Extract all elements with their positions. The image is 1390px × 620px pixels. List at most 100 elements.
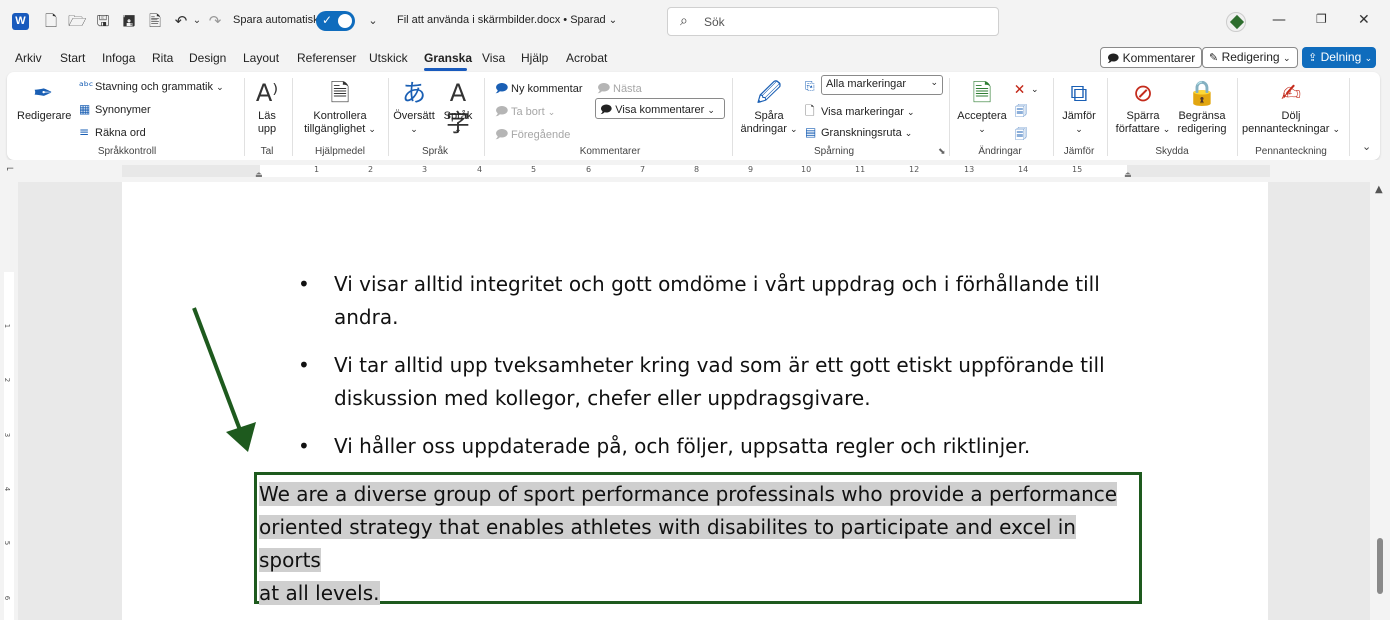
new-document-icon[interactable]: 🗋 bbox=[42, 12, 60, 30]
redo-icon[interactable]: ↷ bbox=[206, 12, 224, 30]
markup-display-icon: ⎘ bbox=[805, 79, 815, 93]
tab-hjalp[interactable]: Hjälp bbox=[521, 51, 548, 65]
next-comment-button[interactable]: 🗩 Nästa bbox=[597, 79, 642, 100]
save-as-icon[interactable]: 🖪 bbox=[120, 12, 138, 30]
track-changes-button[interactable]: 🖉 Spåra ändringar ⌄ bbox=[739, 78, 799, 137]
read-aloud-icon: A⁾ bbox=[255, 79, 279, 107]
new-comment-button[interactable]: 🗩 Ny kommentar bbox=[495, 79, 583, 100]
reject-icon[interactable]: 🗙 ⌄ bbox=[1015, 79, 1039, 100]
hide-ink-button[interactable]: ✍ Dölj pennanteckningar ⌄ bbox=[1241, 78, 1341, 137]
right-indent-marker-icon[interactable]: ⏏ bbox=[1124, 170, 1132, 179]
document-page[interactable]: • Vi visar alltid integritet och gott om… bbox=[122, 182, 1268, 620]
horizontal-ruler[interactable]: ⌐ 1 2 3 4 5 6 7 8 9 10 11 12 13 14 15 ⏏ … bbox=[0, 160, 1390, 182]
accept-button[interactable]: 🗎 Acceptera ⌄ bbox=[955, 78, 1009, 137]
compare-icon: ⧉ bbox=[1070, 79, 1088, 107]
scrollbar-thumb[interactable] bbox=[1377, 538, 1383, 594]
word-count-button[interactable]: ≡ Räkna ord bbox=[79, 125, 146, 139]
show-markup-button[interactable]: 🗋 Visa markeringar ⌄ bbox=[805, 102, 915, 123]
tab-rita[interactable]: Rita bbox=[152, 51, 173, 65]
bullet-item[interactable]: Vi visar alltid integritet och gott omdö… bbox=[334, 268, 1114, 334]
editor-button[interactable]: ✒ Redigerare bbox=[17, 78, 71, 123]
previous-change-icon[interactable]: 🗐 bbox=[1015, 102, 1031, 123]
scroll-up-icon[interactable]: ▲ bbox=[1375, 184, 1383, 195]
active-tab-indicator bbox=[424, 68, 467, 71]
open-folder-icon[interactable]: 🗁 bbox=[68, 12, 87, 30]
restore-icon[interactable]: ❐ bbox=[1316, 12, 1327, 26]
tab-design[interactable]: Design bbox=[189, 51, 226, 65]
ruler-number: 13 bbox=[964, 165, 975, 174]
autosave-toggle[interactable]: ✓ bbox=[316, 11, 355, 31]
translate-button[interactable]: あ Översätt ⌄ bbox=[393, 78, 435, 137]
selected-line: We are a diverse group of sport performa… bbox=[259, 482, 1118, 506]
check-icon: ✓ bbox=[322, 13, 333, 27]
tab-visa[interactable]: Visa bbox=[482, 51, 505, 65]
account-avatar[interactable] bbox=[1226, 12, 1246, 32]
collapse-ribbon-icon[interactable]: ⌄ bbox=[1362, 140, 1371, 153]
search-placeholder: Sök bbox=[704, 15, 725, 29]
share-button[interactable]: ⇪ Delning ⌄ bbox=[1302, 47, 1376, 68]
previous-comment-button[interactable]: 🗩 Föregående bbox=[495, 125, 570, 146]
minimize-icon[interactable]: — bbox=[1272, 12, 1286, 28]
next-change-icon[interactable]: 🗐 bbox=[1015, 125, 1031, 146]
selected-paragraph[interactable]: We are a diverse group of sport performa… bbox=[259, 478, 1139, 610]
block-authors-button[interactable]: ⊘ Spärra författare ⌄ bbox=[1113, 78, 1173, 137]
check-accessibility-button[interactable]: 🗎 Kontrollera tillgänglighet ⌄ bbox=[300, 78, 380, 137]
vertical-scrollbar[interactable]: ▲ bbox=[1370, 182, 1390, 620]
tracking-options-launcher-icon[interactable]: ⬊ bbox=[938, 146, 946, 157]
tab-selector-icon[interactable]: ⌐ bbox=[6, 164, 14, 175]
group-label-changes: Ändringar bbox=[978, 146, 1022, 157]
show-comments-button[interactable]: 🗩 Visa kommentarer ⌄ bbox=[595, 98, 725, 119]
editing-button[interactable]: ✎ Redigering ⌄ bbox=[1202, 47, 1298, 68]
markup-select[interactable]: Alla markeringar ⌄ bbox=[821, 75, 943, 95]
tab-referenser[interactable]: Referenser bbox=[297, 51, 356, 65]
search-box[interactable]: ⌕ Sök bbox=[667, 7, 999, 36]
arrow-shaft bbox=[192, 307, 242, 431]
group-label-tracking: Spårning bbox=[813, 146, 855, 157]
comments-button[interactable]: 🗩 Kommentarer bbox=[1100, 47, 1203, 68]
group-label-accessibility: Hjälpmedel bbox=[314, 146, 366, 157]
tab-arkiv[interactable]: Arkiv bbox=[15, 51, 42, 65]
block-authors-icon: ⊘ bbox=[1132, 79, 1154, 107]
translate-icon: あ bbox=[402, 79, 426, 107]
thesaurus-button[interactable]: ▦ Synonymer bbox=[79, 102, 151, 116]
print-preview-icon[interactable]: 🖹 bbox=[146, 12, 164, 30]
tab-utskick[interactable]: Utskick bbox=[369, 51, 408, 65]
indent-marker-icon[interactable]: ⏏ bbox=[255, 170, 263, 179]
group-separator bbox=[949, 78, 950, 156]
annotation-arrow bbox=[192, 307, 256, 452]
spelling-button[interactable]: ᵃᵇᶜ Stavning och grammatik ⌄ bbox=[79, 79, 224, 93]
save-icon[interactable]: 🖫 bbox=[94, 12, 112, 30]
bullet-item[interactable]: Vi håller oss uppdaterade på, och följer… bbox=[334, 430, 1114, 463]
document-title[interactable]: Fil att använda i skärmbilder.docx • Spa… bbox=[397, 14, 617, 26]
bullet-item[interactable]: Vi tar alltid upp tveksamheter kring vad… bbox=[334, 349, 1114, 415]
spelling-icon: ᵃᵇᶜ bbox=[79, 79, 94, 93]
group-separator bbox=[1349, 78, 1350, 156]
delete-comment-button[interactable]: 🗩 Ta bort ⌄ bbox=[495, 102, 555, 123]
language-button[interactable]: A字 Språk ⌄ bbox=[439, 78, 477, 137]
compare-button[interactable]: ⧉ Jämför ⌄ bbox=[1059, 78, 1099, 137]
tab-granska[interactable]: Granska bbox=[424, 51, 472, 65]
show-markup-icon: 🗋 bbox=[805, 104, 815, 118]
tab-acrobat[interactable]: Acrobat bbox=[566, 51, 607, 65]
ribbon: ✒ Redigerare ᵃᵇᶜ Stavning och grammatik ⌄… bbox=[7, 72, 1380, 160]
tab-start[interactable]: Start bbox=[60, 51, 85, 65]
next-comment-icon: 🗩 bbox=[597, 81, 611, 95]
vertical-ruler-number: 6 bbox=[3, 595, 12, 601]
undo-dropdown-icon[interactable]: ⌄ bbox=[188, 12, 206, 30]
restrict-editing-button[interactable]: 🔒 Begränsa redigering bbox=[1173, 78, 1231, 136]
track-changes-icon: 🖉 bbox=[756, 79, 782, 107]
ruler-number: 9 bbox=[748, 165, 754, 174]
editor-pen-icon: ✒ bbox=[32, 79, 54, 107]
tab-infoga[interactable]: Infoga bbox=[102, 51, 135, 65]
review-pane-button[interactable]: ▤ Granskningsruta ⌄ bbox=[805, 125, 912, 139]
title-bar: W 🗋 🗁 🖫 🖪 🖹 ↶ ⌄ ↷ Spara automatiskt ✓ ⌄ … bbox=[0, 0, 1390, 44]
vertical-ruler[interactable]: 1 2 3 4 5 6 bbox=[0, 182, 18, 620]
read-aloud-button[interactable]: A⁾ Läs upp bbox=[250, 78, 284, 136]
group-separator bbox=[244, 78, 245, 156]
close-icon[interactable]: ✕ bbox=[1358, 12, 1370, 28]
ruler-number: 10 bbox=[801, 165, 812, 174]
group-separator bbox=[292, 78, 293, 156]
group-label-comments: Kommentarer bbox=[579, 146, 641, 157]
tab-layout[interactable]: Layout bbox=[243, 51, 279, 65]
customize-toolbar-icon[interactable]: ⌄ bbox=[364, 12, 382, 30]
